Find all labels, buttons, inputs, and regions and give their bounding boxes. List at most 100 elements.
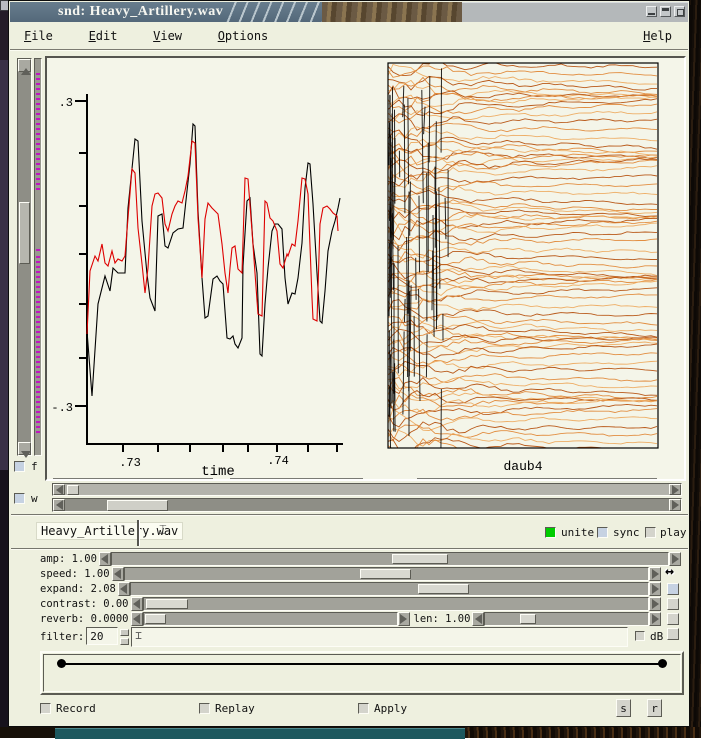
svg-text:.74: .74	[267, 454, 289, 468]
maximize-icon[interactable]	[660, 6, 671, 17]
svg-text:daub4: daub4	[503, 459, 542, 474]
speed-slider-thumb[interactable]	[360, 569, 411, 579]
x-zoom-left-icon[interactable]	[53, 484, 65, 495]
caret-icon: ⌶	[135, 629, 142, 642]
expand-slider-track[interactable]	[130, 582, 649, 596]
speed-increase-icon[interactable]	[649, 567, 661, 581]
x-zoom-scrollbar[interactable]	[52, 483, 682, 496]
reverb-len-label: len: 1.00	[414, 612, 471, 626]
filter-envelope-input[interactable]: ⌶	[131, 627, 628, 647]
filter-order-input[interactable]	[86, 627, 118, 645]
reverb-toggle-checkbox[interactable]	[667, 613, 679, 625]
stop-button[interactable]: s	[616, 699, 631, 717]
close-icon[interactable]	[674, 6, 685, 17]
speed-slider-track[interactable]	[124, 567, 649, 581]
underlying-titlebar	[55, 728, 465, 739]
db-label: dB	[650, 630, 663, 643]
reverb-slider-track[interactable]	[143, 612, 398, 626]
expand-decrease-icon[interactable]	[118, 582, 130, 596]
len-slider-track[interactable]	[484, 612, 649, 626]
x-zoom-thumb[interactable]	[67, 485, 79, 495]
contrast-label: contrast: 0.00	[40, 597, 129, 611]
sync-label: sync	[613, 526, 640, 539]
f-label: f	[31, 460, 38, 473]
len-increase-icon[interactable]	[649, 612, 661, 626]
x-scroll-thumb[interactable]	[107, 500, 168, 511]
expand-slider-thumb[interactable]	[418, 584, 469, 594]
restart-button[interactable]: r	[647, 699, 662, 717]
filter-order-spinner[interactable]	[120, 627, 129, 647]
expand-toggle-checkbox[interactable]	[667, 583, 679, 595]
len-slider-thumb[interactable]	[520, 614, 536, 624]
reverb-slider-thumb[interactable]	[145, 614, 166, 624]
unite-checkbox[interactable]	[545, 527, 556, 538]
unite-label: unite	[561, 526, 594, 539]
snd-main-window: snd: Heavy_Artillery.wav File Edit View …	[8, 0, 690, 727]
titlebar-texture-decoration	[322, 2, 464, 22]
contrast-increase-icon[interactable]	[649, 597, 661, 611]
contrast-toggle-checkbox[interactable]	[667, 598, 679, 610]
pane-divider[interactable]	[137, 520, 140, 546]
filter-toggle-checkbox[interactable]	[667, 628, 679, 640]
expand-increase-icon[interactable]	[649, 582, 661, 596]
x-scroll-right-icon[interactable]	[669, 499, 681, 511]
replay-checkbox[interactable]	[199, 703, 210, 714]
y-zoom-dash-upper	[36, 71, 40, 190]
play-checkbox[interactable]	[645, 527, 656, 538]
x-zoom-right-icon[interactable]	[669, 484, 681, 495]
reverb-decrease-icon[interactable]	[131, 612, 143, 626]
reverb-increase-icon[interactable]	[398, 612, 410, 626]
title-bar[interactable]: snd: Heavy_Artillery.wav	[10, 2, 688, 22]
apply-checkbox[interactable]	[358, 703, 369, 714]
minimize-icon[interactable]	[646, 6, 657, 17]
amp-decrease-icon[interactable]	[99, 552, 111, 566]
separator	[11, 548, 688, 550]
y-scroll-thumb[interactable]	[19, 202, 30, 264]
waveform-and-wavelet-plot[interactable]: .3-.3.73.74timedaub4	[47, 58, 684, 479]
y-scroll-up-icon[interactable]	[18, 59, 31, 72]
play-label: play	[660, 526, 687, 539]
reverb-slider-row: reverb: 0.0000 len: 1.00	[40, 612, 661, 626]
menu-file[interactable]: File	[24, 29, 53, 43]
menu-options[interactable]: Options	[218, 29, 269, 43]
resize-cursor-icon: ↔	[665, 562, 674, 580]
amp-slider-row: amp: 1.00	[40, 552, 681, 566]
w-checkbox[interactable]	[14, 493, 25, 504]
y-zoom-slider[interactable]	[34, 58, 42, 456]
speed-slider-row: speed: 1.00	[40, 567, 661, 581]
envelope-start-handle[interactable]	[57, 659, 66, 668]
filter-envelope-frame	[43, 654, 681, 692]
contrast-slider-thumb[interactable]	[146, 599, 189, 609]
graph-panel[interactable]: .3-.3.73.74timedaub4	[45, 56, 686, 481]
replay-label: Replay	[215, 702, 255, 715]
contrast-decrease-icon[interactable]	[131, 597, 143, 611]
db-checkbox[interactable]	[635, 631, 645, 641]
apply-label: Apply	[374, 702, 407, 715]
envelope-line	[60, 663, 664, 665]
f-checkbox[interactable]	[14, 461, 25, 472]
sync-checkbox[interactable]	[597, 527, 608, 538]
x-scroll-scrollbar[interactable]	[52, 498, 682, 512]
y-zoom-marker	[36, 247, 40, 251]
envelope-end-handle[interactable]	[658, 659, 667, 668]
record-checkbox[interactable]	[40, 703, 51, 714]
desktop-texture	[465, 727, 701, 738]
amp-label: amp: 1.00	[40, 552, 97, 566]
y-zoom-dash-lower	[36, 255, 40, 433]
filter-envelope-editor[interactable]	[40, 651, 684, 695]
x-scroll-left-icon[interactable]	[53, 499, 65, 511]
menu-view[interactable]: View	[153, 29, 182, 43]
filter-row: filter: ⌶	[40, 627, 628, 647]
speed-decrease-icon[interactable]	[112, 567, 124, 581]
menu-edit[interactable]: Edit	[89, 29, 118, 43]
amp-slider-thumb[interactable]	[392, 554, 448, 564]
y-scrollbar[interactable]	[17, 58, 32, 456]
y-scroll-down-icon[interactable]	[18, 442, 31, 455]
contrast-slider-track[interactable]	[143, 597, 649, 611]
menu-bar: File Edit View Options Help	[10, 22, 688, 50]
menu-help[interactable]: Help	[643, 29, 672, 43]
amp-slider-track[interactable]	[111, 552, 669, 566]
filter-label: filter:	[40, 627, 84, 647]
len-decrease-icon[interactable]	[472, 612, 484, 626]
text-cursor-icon: ⌶	[159, 523, 167, 538]
